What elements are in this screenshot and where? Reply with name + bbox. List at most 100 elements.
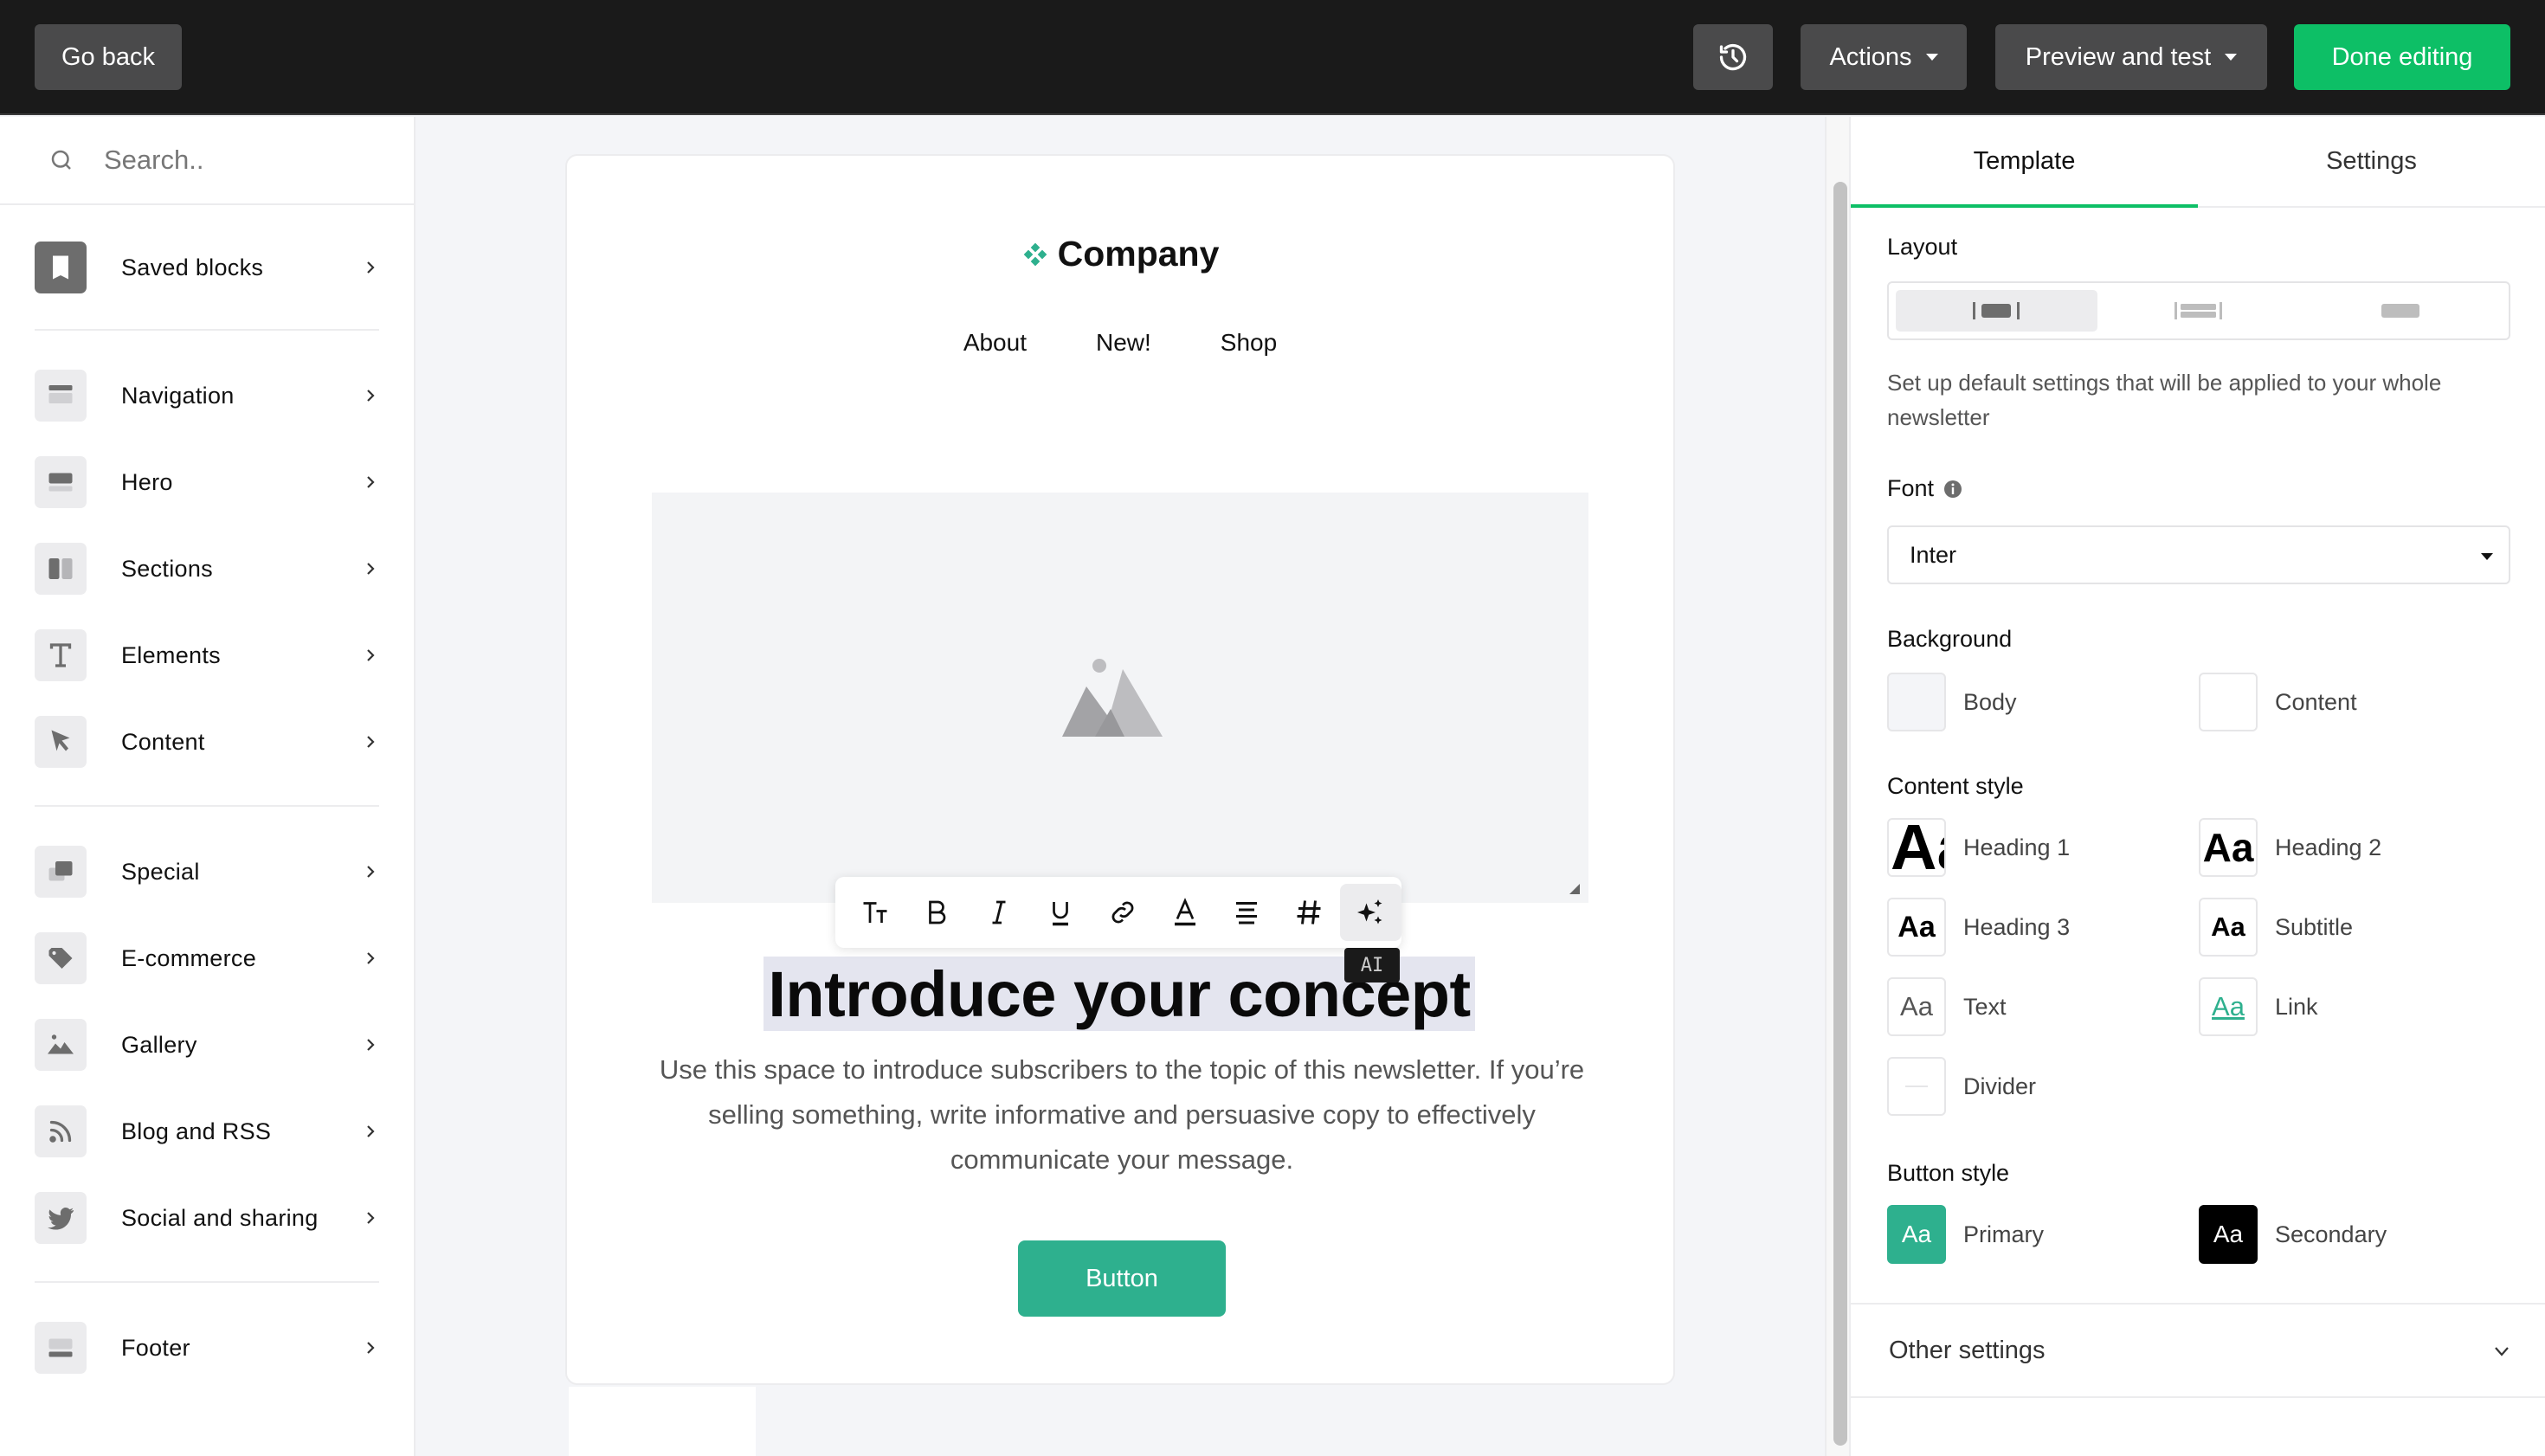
underline-button[interactable] bbox=[1030, 884, 1092, 941]
nav-link-about[interactable]: About bbox=[963, 329, 1027, 357]
scrollbar-thumb[interactable] bbox=[1833, 182, 1847, 1446]
cursor-arrow-icon bbox=[51, 730, 70, 751]
text-color-icon bbox=[1174, 898, 1195, 926]
image-placeholder[interactable] bbox=[652, 493, 1588, 903]
chevron-right-icon bbox=[367, 736, 375, 748]
chevron-right-icon bbox=[367, 866, 375, 878]
done-label: Done editing bbox=[2331, 42, 2473, 71]
other-settings-accordion[interactable]: Other settings bbox=[1851, 1303, 2545, 1398]
chevron-right-icon bbox=[367, 476, 375, 488]
email-cta-button[interactable]: Button bbox=[1018, 1240, 1226, 1317]
divider bbox=[35, 329, 379, 331]
footer-block-icon bbox=[48, 1338, 73, 1357]
preview-and-test-dropdown[interactable]: Preview and test bbox=[1995, 24, 2267, 90]
swatch-label: Text bbox=[1963, 993, 2007, 1020]
sidebar-item-label: Gallery bbox=[121, 1031, 197, 1058]
swatch-label: Heading 2 bbox=[2275, 834, 2382, 860]
sidebar-item-saved-blocks[interactable]: Saved blocks bbox=[35, 242, 381, 293]
style-link[interactable]: Aa Link bbox=[2199, 977, 2318, 1036]
sidebar-item-sections[interactable]: Sections bbox=[35, 543, 381, 595]
stacked-cards-icon bbox=[48, 861, 73, 881]
panel-tabs: Template Settings bbox=[1851, 117, 2545, 208]
secondary-button-sample: Aa bbox=[2199, 1205, 2258, 1264]
text-size-button[interactable] bbox=[844, 884, 906, 941]
caret-down-icon bbox=[1925, 54, 1938, 61]
background-body-swatch[interactable]: Body bbox=[1887, 673, 2017, 731]
sidebar-item-gallery[interactable]: Gallery bbox=[35, 1019, 381, 1071]
layout-description: Set up default settings that will be app… bbox=[1887, 370, 2442, 430]
resize-handle-icon[interactable] bbox=[1568, 882, 1580, 894]
sidebar-item-special[interactable]: Special bbox=[35, 846, 381, 898]
sidebar-item-navigation[interactable]: Navigation bbox=[35, 370, 381, 422]
tab-template[interactable]: Template bbox=[1851, 117, 2198, 206]
body-paragraph[interactable]: Use this space to introduce subscribers … bbox=[636, 1047, 1608, 1182]
logo-text: Company bbox=[1057, 234, 1220, 274]
canvas-scrollbar[interactable] bbox=[1825, 117, 1851, 1456]
divider-sample bbox=[1887, 1057, 1946, 1116]
sidebar-item-social-and-sharing[interactable]: Social and sharing bbox=[35, 1192, 381, 1244]
content-color-swatch bbox=[2199, 673, 2258, 731]
sidebar-item-elements[interactable]: Elements bbox=[35, 629, 381, 681]
divider bbox=[35, 805, 379, 807]
button-style-primary[interactable]: Aa Primary bbox=[1887, 1205, 2044, 1264]
blocks-sidebar: Saved blocks Navigation Hero Sections El… bbox=[0, 117, 416, 1456]
hashtag-button[interactable] bbox=[1278, 884, 1340, 941]
style-text[interactable]: Aa Text bbox=[1887, 977, 2007, 1036]
next-block-stub bbox=[569, 1387, 756, 1456]
button-style-title: Button style bbox=[1887, 1160, 2010, 1186]
style-subtitle[interactable]: Aa Subtitle bbox=[2199, 898, 2353, 957]
swatch-label: Secondary bbox=[2275, 1221, 2387, 1247]
style-divider[interactable]: Divider bbox=[1887, 1057, 2036, 1116]
chevron-right-icon bbox=[367, 1342, 375, 1354]
sidebar-item-label: Sections bbox=[121, 555, 213, 582]
bold-button[interactable] bbox=[906, 884, 969, 941]
layout-boxed-icon bbox=[1972, 302, 2020, 319]
image-icon bbox=[48, 1034, 74, 1054]
button-style-secondary[interactable]: Aa Secondary bbox=[2199, 1205, 2387, 1264]
info-icon[interactable] bbox=[1943, 479, 1963, 499]
actions-label: Actions bbox=[1829, 42, 1912, 71]
go-back-button[interactable]: Go back bbox=[35, 24, 182, 90]
layout-option-full-width[interactable] bbox=[2300, 290, 2502, 332]
sidebar-item-hero[interactable]: Hero bbox=[35, 456, 381, 508]
company-logo[interactable]: Company bbox=[567, 234, 1673, 274]
search-input[interactable] bbox=[104, 145, 398, 176]
hero-block-icon bbox=[48, 473, 73, 492]
style-heading-2[interactable]: Aa Heading 2 bbox=[2199, 818, 2381, 877]
sidebar-item-label: Footer bbox=[121, 1334, 190, 1361]
actions-dropdown[interactable]: Actions bbox=[1801, 24, 1967, 90]
ai-button[interactable] bbox=[1339, 884, 1402, 941]
sidebar-item-content[interactable]: Content bbox=[35, 716, 381, 768]
divider bbox=[35, 1281, 379, 1283]
sidebar-item-footer[interactable]: Footer bbox=[35, 1322, 381, 1374]
history-icon bbox=[1719, 43, 1747, 71]
tab-settings[interactable]: Settings bbox=[2198, 117, 2545, 206]
layout-option-full-width-bars[interactable] bbox=[2097, 290, 2299, 332]
swatch-label: Divider bbox=[1963, 1073, 2037, 1099]
background-content-swatch[interactable]: Content bbox=[2199, 673, 2357, 731]
sidebar-item-e-commerce[interactable]: E-commerce bbox=[35, 932, 381, 984]
style-heading-1[interactable]: Aa Heading 1 bbox=[1887, 818, 2070, 877]
search-bar bbox=[0, 117, 414, 205]
chevron-right-icon bbox=[367, 1125, 375, 1137]
style-heading-3[interactable]: Aa Heading 3 bbox=[1887, 898, 2070, 957]
link-button[interactable] bbox=[1092, 884, 1154, 941]
align-button[interactable] bbox=[1215, 884, 1278, 941]
layout-option-boxed[interactable] bbox=[1896, 290, 2098, 332]
tag-icon bbox=[48, 948, 73, 969]
sidebar-item-blog-and-rss[interactable]: Blog and RSS bbox=[35, 1105, 381, 1157]
font-select[interactable]: Inter bbox=[1887, 525, 2510, 584]
nav-link-shop[interactable]: Shop bbox=[1221, 329, 1277, 357]
history-button[interactable] bbox=[1693, 24, 1773, 90]
chevron-right-icon bbox=[367, 261, 375, 274]
chevron-right-icon bbox=[367, 649, 375, 661]
chevron-right-icon bbox=[367, 390, 375, 402]
nav-link-new[interactable]: New! bbox=[1096, 329, 1151, 357]
italic-button[interactable] bbox=[968, 884, 1030, 941]
email-template[interactable]: Company About New! Shop Introduce your c… bbox=[565, 154, 1675, 1385]
done-editing-button[interactable]: Done editing bbox=[2294, 24, 2510, 90]
text-color-button[interactable] bbox=[1154, 884, 1216, 941]
layout-full-icon bbox=[2381, 304, 2420, 318]
sidebar-item-label: Navigation bbox=[121, 382, 235, 409]
sidebar-item-label: Social and sharing bbox=[121, 1204, 319, 1231]
